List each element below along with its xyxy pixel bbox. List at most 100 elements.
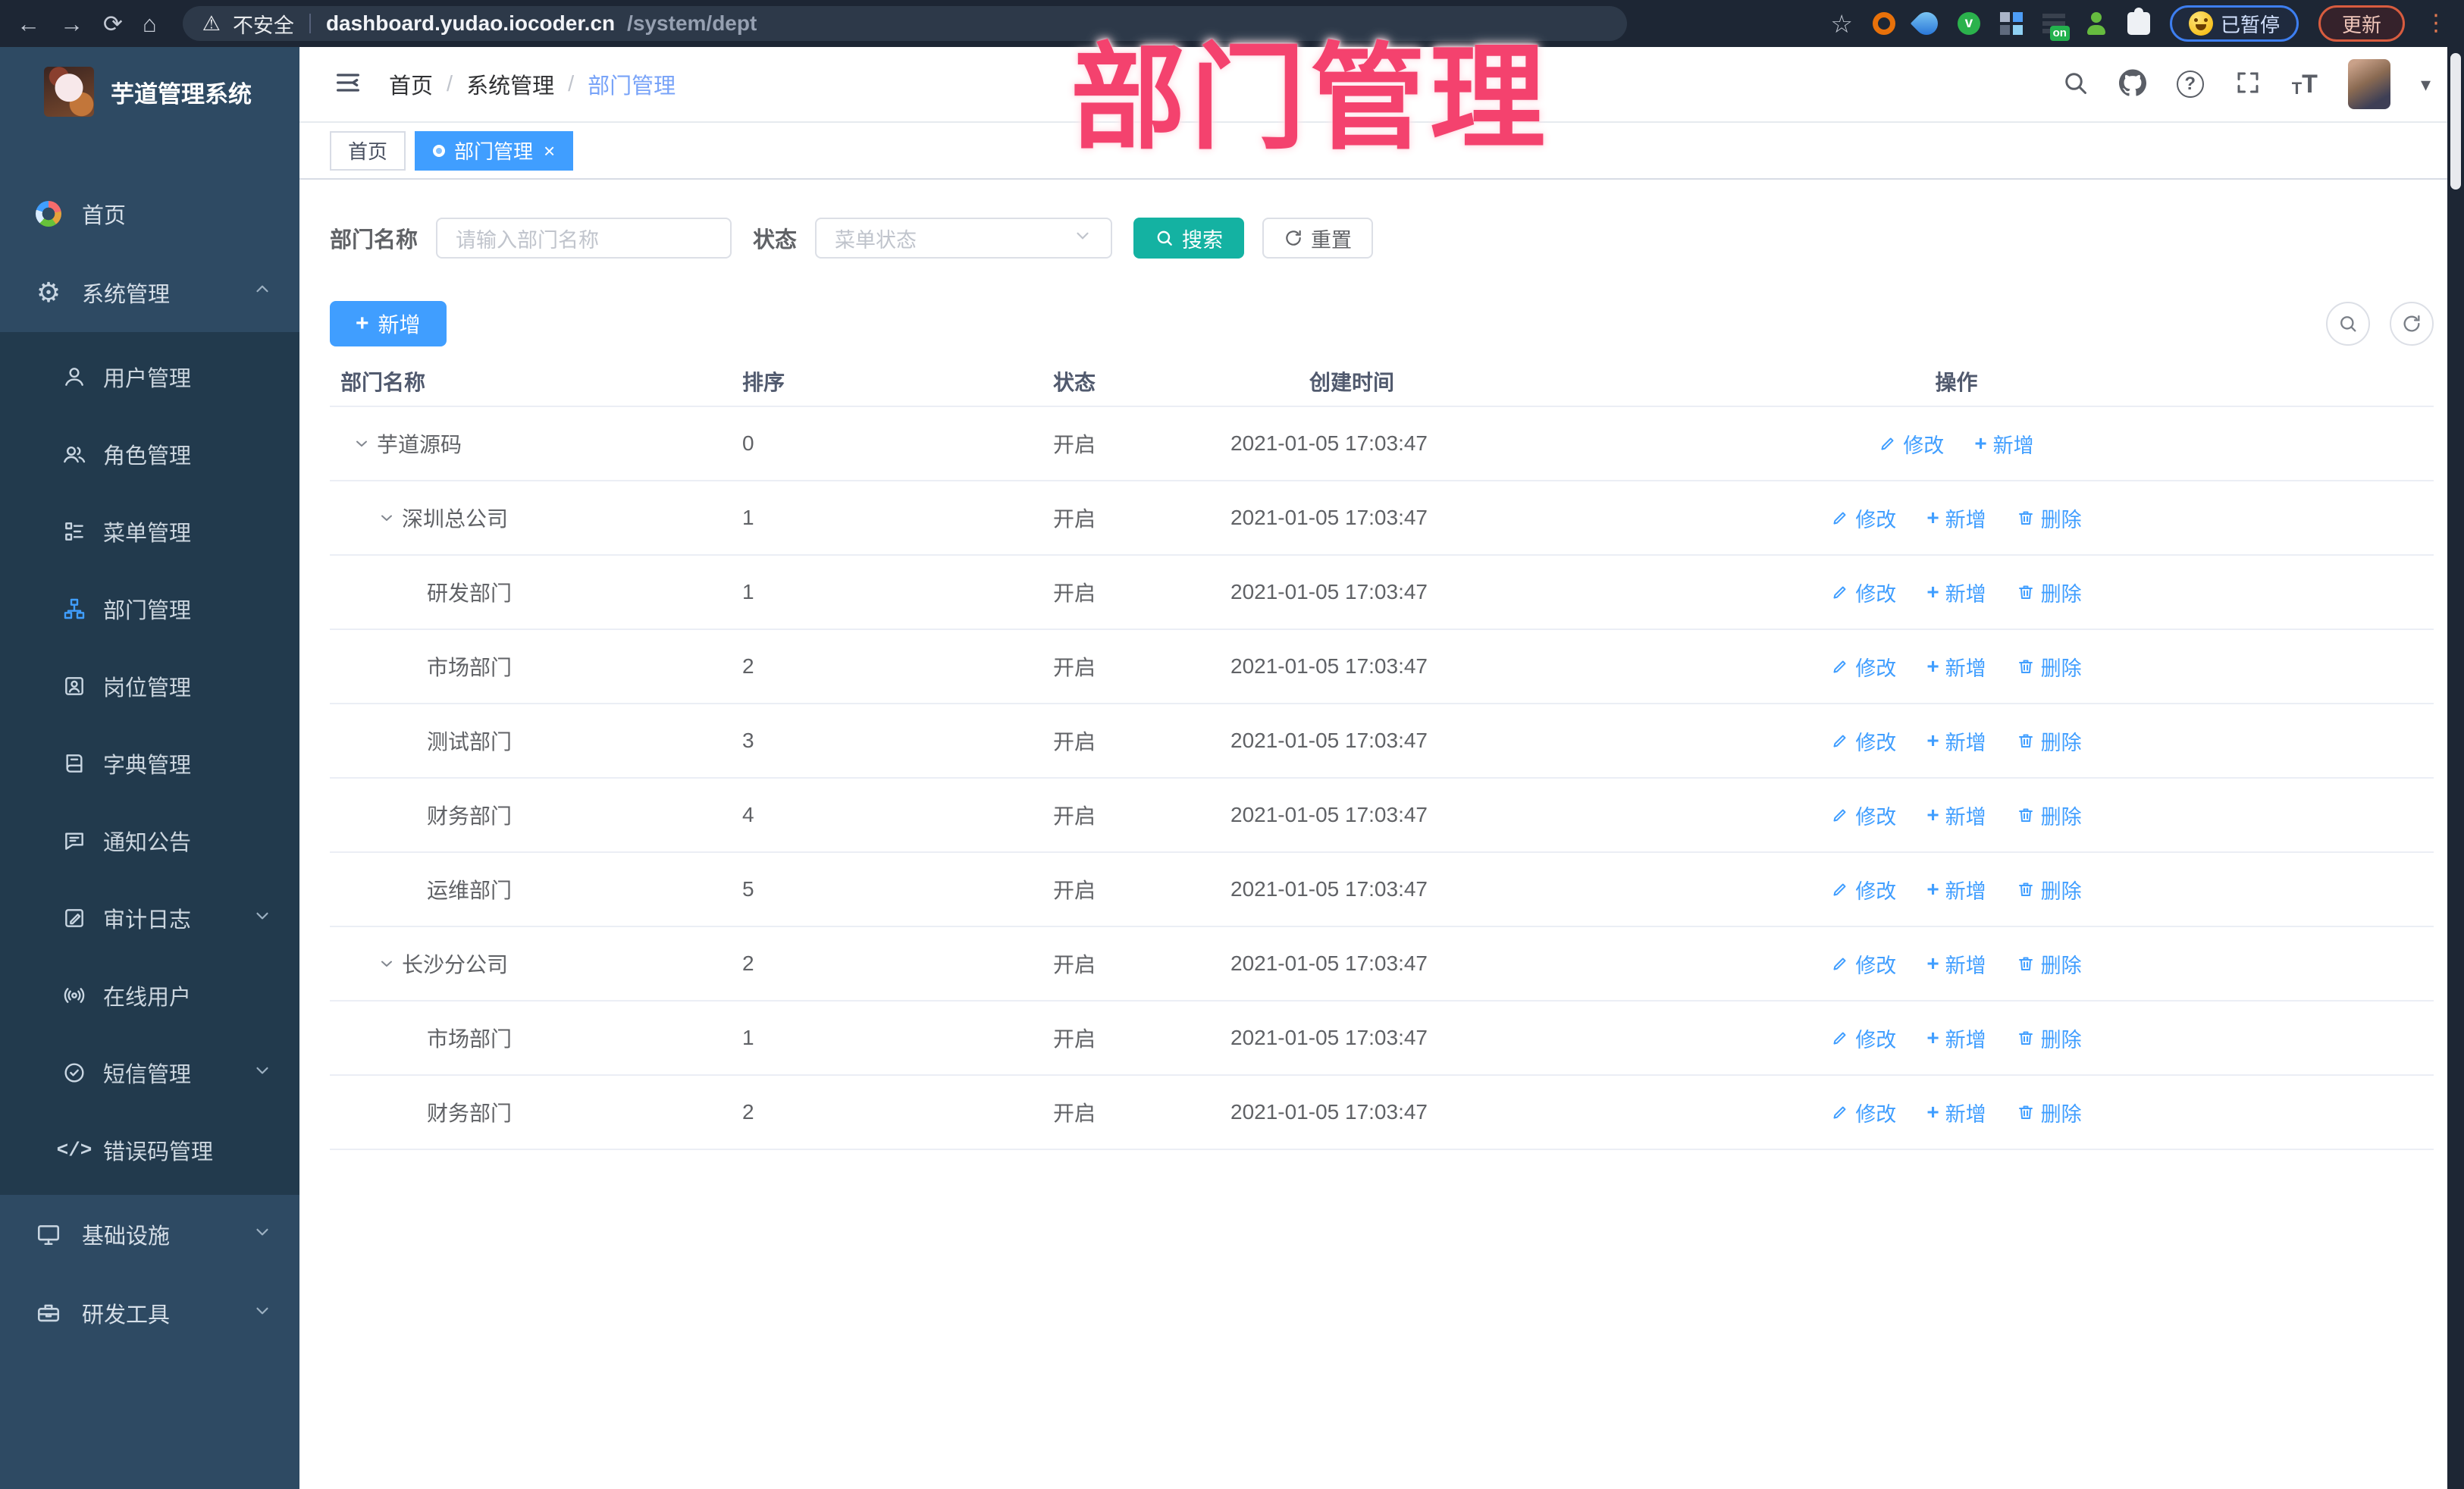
action-新增[interactable]: + 新增 bbox=[1926, 1023, 1986, 1053]
extension-drop-icon[interactable] bbox=[1910, 7, 1943, 40]
action-修改[interactable]: 修改 bbox=[1831, 503, 1896, 533]
close-icon[interactable]: × bbox=[544, 141, 555, 161]
font-size-icon[interactable]: TT bbox=[2292, 71, 2318, 97]
search-icon[interactable] bbox=[2061, 69, 2089, 100]
update-button[interactable]: 更新 bbox=[2318, 5, 2405, 42]
reload-icon[interactable]: ⟳ bbox=[103, 12, 123, 36]
sidebar-item-通知公告[interactable]: 通知公告 bbox=[0, 802, 299, 879]
sidebar-logo[interactable]: 芋道管理系统 bbox=[0, 47, 299, 136]
action-修改[interactable]: 修改 bbox=[1831, 1023, 1896, 1053]
home-icon[interactable]: ⌂ bbox=[143, 12, 157, 36]
sidebar-item-短信管理[interactable]: 短信管理 bbox=[0, 1034, 299, 1111]
chevron-down-icon[interactable]: ▾ bbox=[2421, 73, 2431, 96]
action-修改[interactable]: 修改 bbox=[1831, 652, 1896, 682]
browser-menu-icon[interactable]: ⋮ bbox=[2425, 12, 2447, 34]
sidebar-item-在线用户[interactable]: 在线用户 bbox=[0, 957, 299, 1034]
action-修改[interactable]: 修改 bbox=[1879, 429, 1944, 459]
sidebar-item-菜单管理[interactable]: 菜单管理 bbox=[0, 493, 299, 570]
bookmark-star-icon[interactable]: ☆ bbox=[1830, 9, 1853, 39]
action-修改[interactable]: 修改 bbox=[1831, 1098, 1896, 1127]
sidebar-item-岗位管理[interactable]: 岗位管理 bbox=[0, 647, 299, 725]
sidebar-item-部门管理[interactable]: 部门管理 bbox=[0, 570, 299, 647]
status-cell: 开启 bbox=[1053, 507, 1096, 531]
action-删除[interactable]: 删除 bbox=[2017, 726, 2082, 756]
sidebar-item-首页[interactable]: 首页 bbox=[0, 174, 299, 253]
forward-icon[interactable]: → bbox=[60, 12, 83, 36]
sidebar-item-基础设施[interactable]: 基础设施 bbox=[0, 1195, 299, 1274]
action-修改[interactable]: 修改 bbox=[1831, 578, 1896, 607]
profile-emoji-avatar bbox=[2188, 11, 2213, 36]
extension-list-icon[interactable]: on bbox=[2042, 12, 2070, 41]
add-button[interactable]: + 新增 bbox=[330, 301, 447, 346]
extension-orange-icon[interactable] bbox=[1872, 12, 1895, 35]
action-新增[interactable]: + 新增 bbox=[1926, 949, 1986, 979]
actions-cell: 修改 + 新增 删除 bbox=[1479, 1023, 2434, 1053]
expand-arrow-icon[interactable] bbox=[378, 955, 402, 973]
search-button[interactable]: 搜索 bbox=[1133, 218, 1245, 259]
action-删除[interactable]: 删除 bbox=[2017, 875, 2082, 904]
sidebar-item-字典管理[interactable]: 字典管理 bbox=[0, 725, 299, 802]
page-scrollbar[interactable] bbox=[2447, 47, 2464, 1489]
edit-icon bbox=[1831, 657, 1849, 676]
chevron-down-icon bbox=[252, 1300, 272, 1326]
profile-paused-chip[interactable]: 已暂停 bbox=[2169, 5, 2299, 42]
sidebar-item-用户管理[interactable]: 用户管理 bbox=[0, 338, 299, 415]
edit-icon bbox=[1831, 583, 1849, 601]
action-新增[interactable]: + 新增 bbox=[1926, 652, 1986, 682]
action-新增[interactable]: + 新增 bbox=[1926, 503, 1986, 533]
action-删除[interactable]: 删除 bbox=[2017, 801, 2082, 830]
extension-grid-icon[interactable] bbox=[1999, 12, 2023, 35]
sidebar-item-审计日志[interactable]: 审计日志 bbox=[0, 879, 299, 957]
action-删除[interactable]: 删除 bbox=[2017, 1098, 2082, 1127]
hamburger-icon[interactable] bbox=[333, 67, 363, 102]
breadcrumb: 首页 / 系统管理 / 部门管理 bbox=[389, 68, 676, 100]
action-删除[interactable]: 删除 bbox=[2017, 578, 2082, 607]
edit-icon bbox=[1831, 732, 1849, 750]
action-新增[interactable]: + 新增 bbox=[1926, 801, 1986, 830]
breadcrumb-item[interactable]: 系统管理 bbox=[466, 68, 554, 100]
user-avatar[interactable] bbox=[2347, 59, 2390, 109]
extensions-puzzle-icon[interactable] bbox=[2127, 8, 2150, 35]
breadcrumb-item[interactable]: 首页 bbox=[389, 68, 433, 100]
status-select[interactable]: 菜单状态 bbox=[815, 218, 1113, 259]
sidebar-item-错误码管理[interactable]: </> 错误码管理 bbox=[0, 1111, 299, 1189]
github-icon[interactable] bbox=[2118, 68, 2146, 100]
sidebar-item-研发工具[interactable]: 研发工具 bbox=[0, 1274, 299, 1353]
action-新增[interactable]: + 新增 bbox=[1926, 726, 1986, 756]
toggle-search-button[interactable] bbox=[2326, 302, 2370, 346]
action-新增[interactable]: + 新增 bbox=[1974, 429, 2033, 459]
action-修改[interactable]: 修改 bbox=[1831, 801, 1896, 830]
refresh-button[interactable] bbox=[2390, 302, 2434, 346]
reset-button[interactable]: 重置 bbox=[1262, 218, 1374, 259]
action-新增[interactable]: + 新增 bbox=[1926, 875, 1986, 904]
action-删除[interactable]: 删除 bbox=[2017, 503, 2082, 533]
sidebar-item-系统管理[interactable]: ⚙ 系统管理 bbox=[0, 253, 299, 332]
expand-arrow-icon[interactable] bbox=[353, 434, 377, 453]
extension-check-icon[interactable]: v bbox=[1957, 12, 1980, 35]
address-bar[interactable]: ⚠ 不安全 dashboard.yudao.iocoder.cn/system/… bbox=[182, 6, 1627, 41]
help-icon[interactable]: ? bbox=[2176, 71, 2204, 98]
tab-label: 部门管理 bbox=[454, 140, 534, 163]
action-删除[interactable]: 删除 bbox=[2017, 949, 2082, 979]
back-icon[interactable]: ← bbox=[17, 12, 40, 36]
column-header: 状态 bbox=[1053, 371, 1096, 394]
sidebar-item-角色管理[interactable]: 角色管理 bbox=[0, 415, 299, 493]
tags-view-bar: 首页 部门管理 × bbox=[299, 121, 2464, 180]
delete-icon bbox=[2017, 657, 2035, 676]
sms-icon bbox=[61, 1059, 88, 1086]
tab-部门管理[interactable]: 部门管理 × bbox=[415, 130, 574, 171]
action-修改[interactable]: 修改 bbox=[1831, 726, 1896, 756]
fullscreen-icon[interactable] bbox=[2234, 69, 2262, 100]
expand-arrow-icon[interactable] bbox=[378, 509, 402, 527]
action-修改[interactable]: 修改 bbox=[1831, 875, 1896, 904]
action-修改[interactable]: 修改 bbox=[1831, 949, 1896, 979]
action-删除[interactable]: 删除 bbox=[2017, 1023, 2082, 1053]
tab-首页[interactable]: 首页 bbox=[330, 130, 406, 171]
sort-cell: 2 bbox=[742, 951, 754, 975]
scrollbar-thumb[interactable] bbox=[2450, 53, 2461, 190]
action-删除[interactable]: 删除 bbox=[2017, 652, 2082, 682]
extension-person-icon[interactable] bbox=[2085, 12, 2108, 35]
dept-name-input[interactable]: 请输入部门名称 bbox=[436, 218, 732, 259]
action-新增[interactable]: + 新增 bbox=[1926, 578, 1986, 607]
action-新增[interactable]: + 新增 bbox=[1926, 1098, 1986, 1127]
